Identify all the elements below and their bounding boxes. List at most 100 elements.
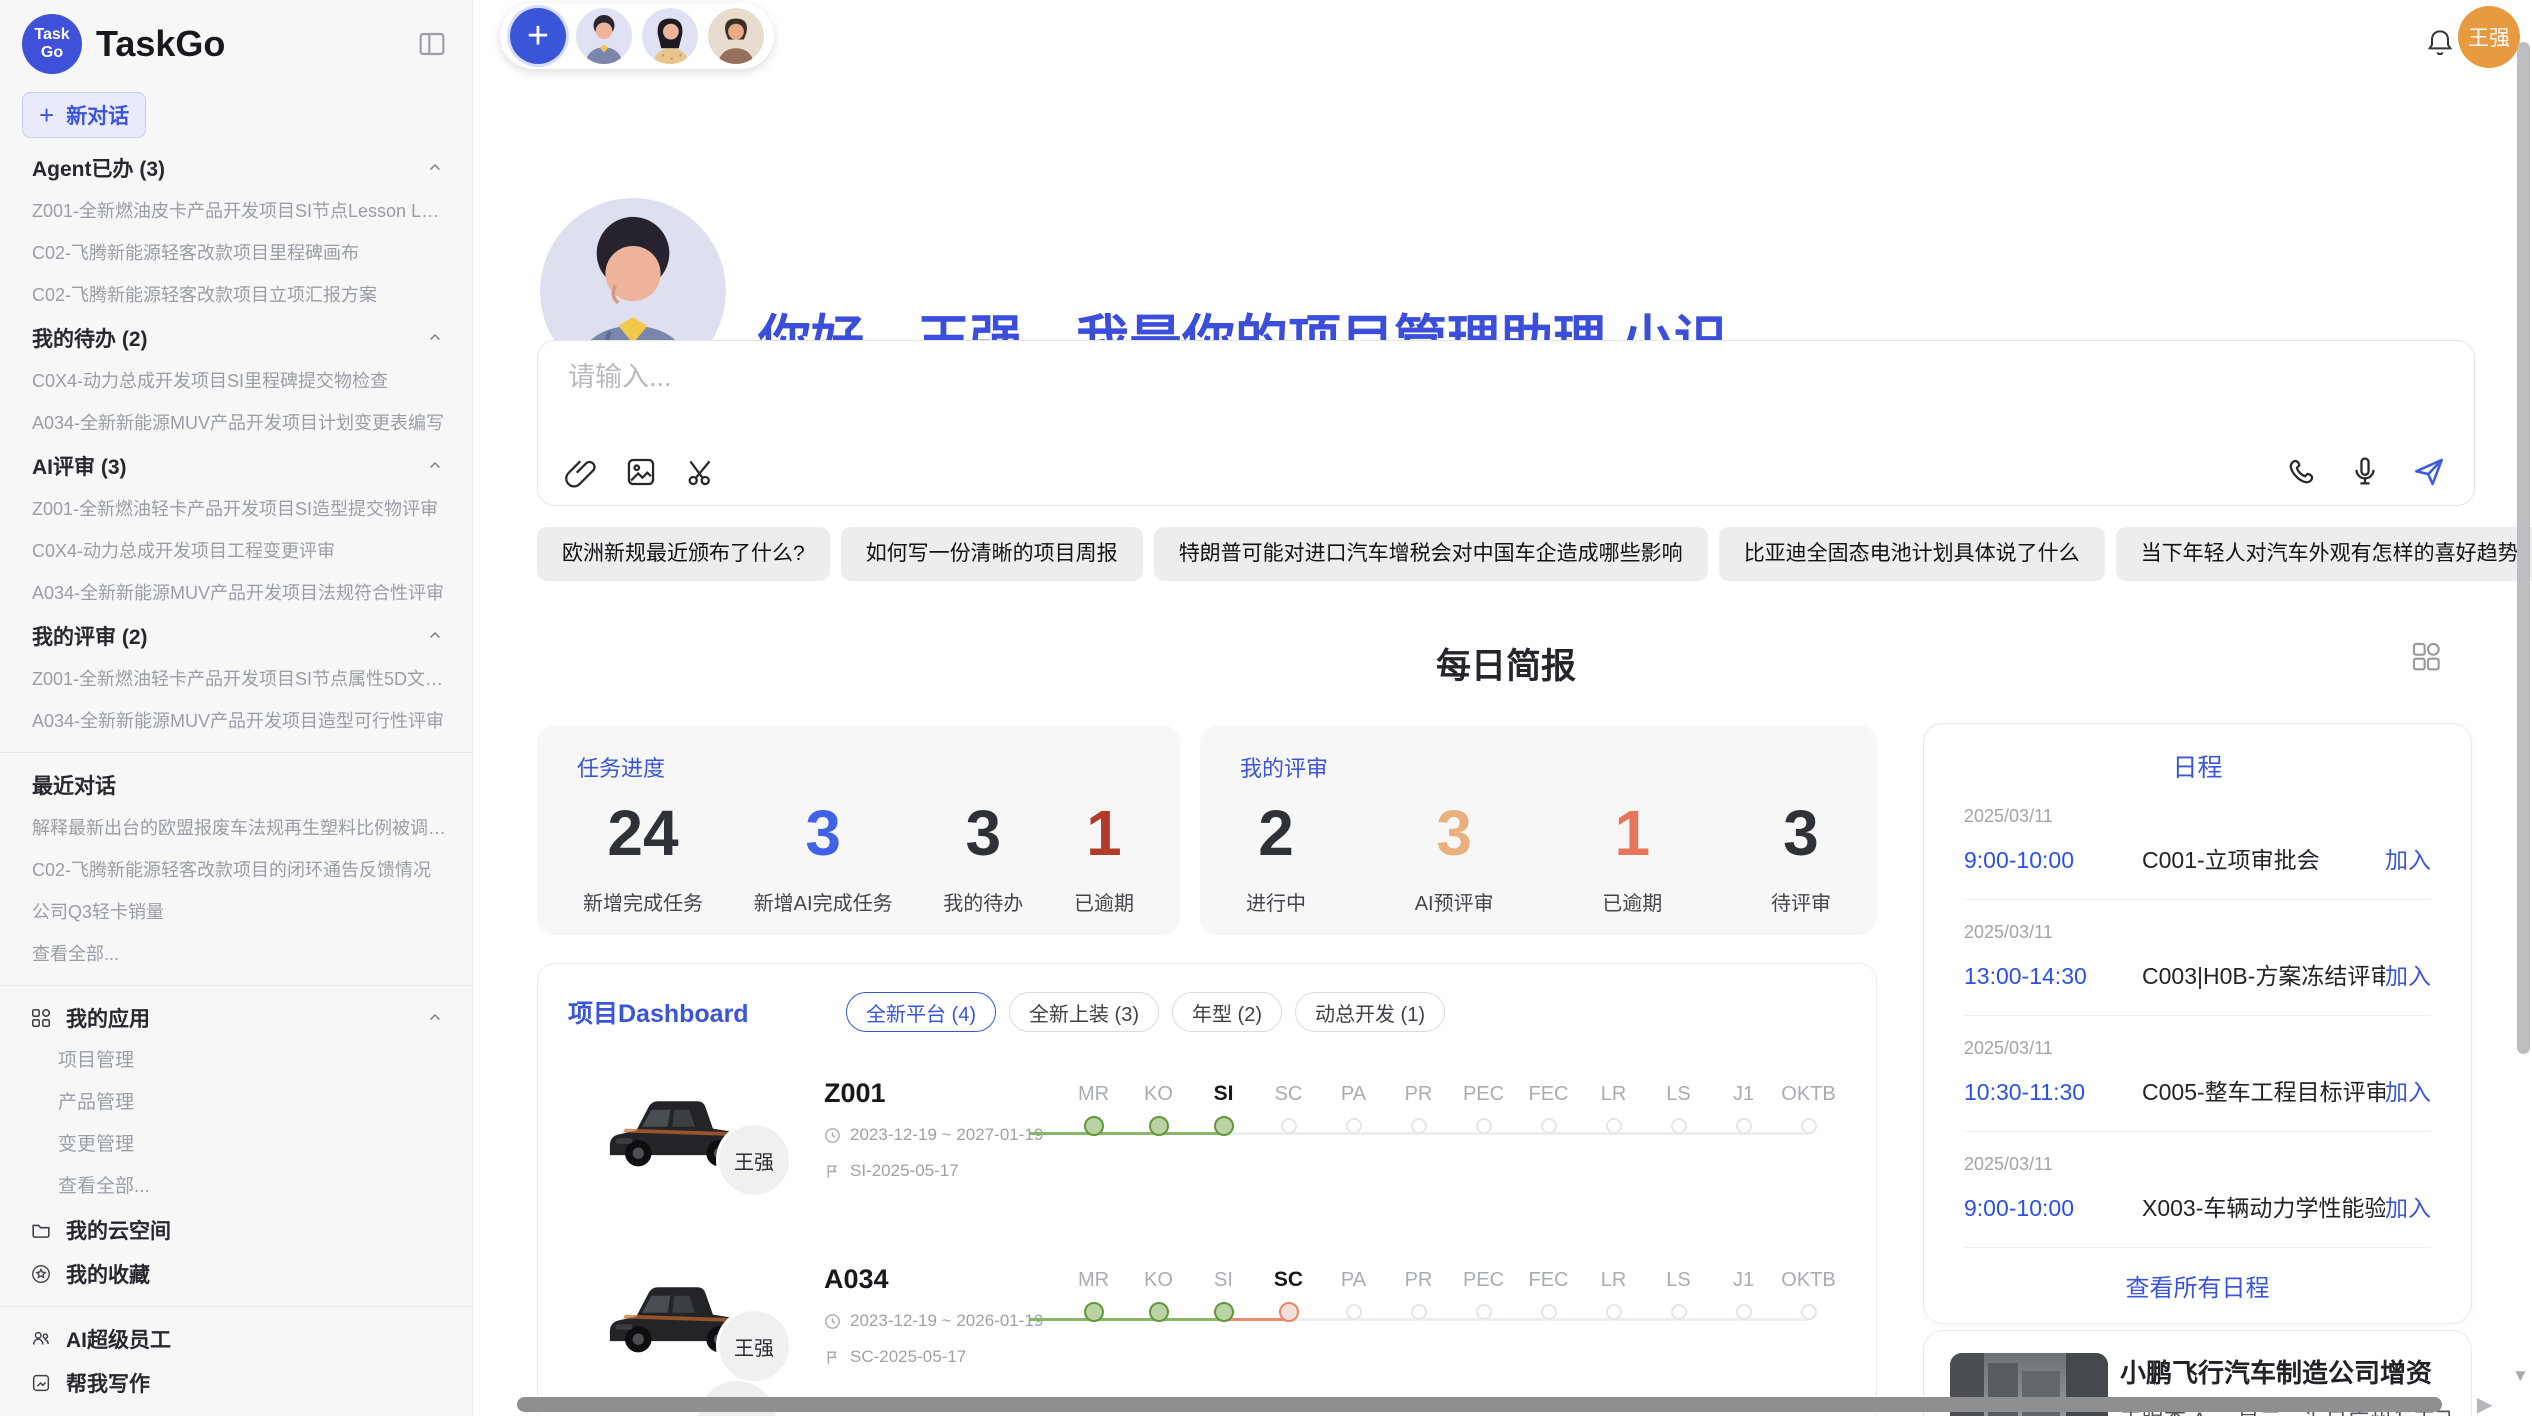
creative-draw-row[interactable]: 创意制图 bbox=[0, 1405, 472, 1416]
send-icon[interactable] bbox=[2412, 455, 2446, 489]
milestone[interactable]: MR bbox=[1061, 1080, 1126, 1136]
sidebar-item[interactable]: Z001-全新燃油皮卡产品开发项目SI节点Lesson Learn报告 bbox=[0, 190, 472, 232]
milestone[interactable]: PR bbox=[1386, 1080, 1451, 1136]
milestone[interactable]: PEC bbox=[1451, 1266, 1516, 1322]
phone-icon[interactable] bbox=[2284, 455, 2318, 489]
recent-chat-item[interactable]: C02-飞腾新能源轻客改款项目的闭环通告反馈情况 bbox=[0, 849, 472, 891]
section-my-review[interactable]: 我的评审 (2) bbox=[0, 614, 472, 658]
dashboard-tab[interactable]: 动总开发 (1) bbox=[1295, 992, 1445, 1032]
milestone-label: PEC bbox=[1463, 1080, 1504, 1108]
new-chat-button[interactable]: + 新对话 bbox=[22, 92, 146, 138]
milestone[interactable]: LS bbox=[1646, 1080, 1711, 1136]
recent-chat-item[interactable]: 公司Q3轻卡销量 bbox=[0, 891, 472, 933]
join-link[interactable]: 加入 bbox=[2385, 1073, 2431, 1107]
member-avatar[interactable] bbox=[642, 8, 698, 64]
horizontal-scrollbar[interactable] bbox=[517, 1397, 2442, 1412]
sidebar-item[interactable]: C02-飞腾新能源轻客改款项目里程碑画布 bbox=[0, 232, 472, 274]
app-item[interactable]: 变更管理 bbox=[0, 1124, 472, 1166]
sidebar-item[interactable]: A034-全新新能源MUV产品开发项目造型可行性评审 bbox=[0, 700, 472, 742]
milestone[interactable]: OKTB bbox=[1776, 1266, 1841, 1322]
milestone-dot bbox=[1476, 1304, 1492, 1320]
suggestion-chip[interactable]: 欧洲新规最近颁布了什么? bbox=[537, 527, 830, 581]
milestone[interactable]: FEC bbox=[1516, 1266, 1581, 1322]
milestone[interactable]: SI bbox=[1191, 1266, 1256, 1322]
notification-bell-icon[interactable] bbox=[2424, 26, 2456, 58]
app-item[interactable]: 产品管理 bbox=[0, 1082, 472, 1124]
ai-super-staff-row[interactable]: AI超级员工 bbox=[0, 1317, 472, 1361]
milestone-dot bbox=[1671, 1304, 1687, 1320]
vertical-scrollbar[interactable] bbox=[2517, 42, 2530, 1054]
flag-icon bbox=[824, 1349, 841, 1366]
sidebar-item[interactable]: Z001-全新燃油轻卡产品开发项目SI造型提交物评审 bbox=[0, 488, 472, 530]
milestone[interactable]: MR bbox=[1061, 1266, 1126, 1322]
milestone[interactable]: SC bbox=[1256, 1266, 1321, 1322]
view-all-schedule-link[interactable]: 查看所有日程 bbox=[1964, 1268, 2431, 1303]
join-link[interactable]: 加入 bbox=[2385, 841, 2431, 875]
my-apps-row[interactable]: 我的应用 bbox=[0, 996, 472, 1040]
dashboard-tab[interactable]: 全新平台 (4) bbox=[846, 992, 996, 1032]
add-agent-button[interactable]: + bbox=[510, 8, 566, 64]
sidebar-item[interactable]: C02-飞腾新能源轻客改款项目立项汇报方案 bbox=[0, 274, 472, 316]
milestone[interactable]: LR bbox=[1581, 1266, 1646, 1322]
join-link[interactable]: 加入 bbox=[2385, 1189, 2431, 1223]
dashboard-tab[interactable]: 年型 (2) bbox=[1172, 992, 1282, 1032]
suggestion-chip[interactable]: 比亚迪全固态电池计划具体说了什么 bbox=[1719, 527, 2105, 581]
scissors-icon[interactable] bbox=[684, 455, 718, 489]
milestone[interactable]: KO bbox=[1126, 1080, 1191, 1136]
milestone[interactable]: FEC bbox=[1516, 1080, 1581, 1136]
milestone[interactable]: J1 bbox=[1711, 1080, 1776, 1136]
layout-grid-icon[interactable] bbox=[2410, 640, 2442, 672]
milestone-label: J1 bbox=[1733, 1080, 1754, 1108]
milestone[interactable]: LS bbox=[1646, 1266, 1711, 1322]
milestone-chain: MR KO SI bbox=[1061, 1080, 1841, 1136]
stat-value: 3 bbox=[965, 797, 1001, 869]
recent-chat-item[interactable]: 查看全部... bbox=[0, 933, 472, 975]
dashboard-tab[interactable]: 全新上装 (3) bbox=[1009, 992, 1159, 1032]
app-item[interactable]: 项目管理 bbox=[0, 1040, 472, 1082]
milestone[interactable]: SI bbox=[1191, 1080, 1256, 1136]
milestone[interactable]: PR bbox=[1386, 1266, 1451, 1322]
sidebar-item[interactable]: Z001-全新燃油轻卡产品开发项目SI节点属性5D文件评审 bbox=[0, 658, 472, 700]
schedule-event: 2025/03/11 13:00-14:30 C003|H0B-方案冻结评审 加… bbox=[1964, 900, 2431, 1016]
help-write-row[interactable]: 帮我写作 bbox=[0, 1361, 472, 1405]
project-row[interactable]: 王强 Z001 2023-12-19 ~ 2027-01-19 SI-2025-… bbox=[568, 1070, 1846, 1256]
milestone-segment bbox=[1094, 1318, 1158, 1321]
my-cloud-row[interactable]: 我的云空间 bbox=[0, 1208, 472, 1252]
section-ai-review[interactable]: AI评审 (3) bbox=[0, 444, 472, 488]
microphone-icon[interactable] bbox=[2348, 455, 2382, 489]
member-avatar[interactable] bbox=[576, 8, 632, 64]
milestone-segment bbox=[1419, 1132, 1483, 1135]
user-avatar[interactable]: 王强 bbox=[2458, 6, 2520, 68]
milestone[interactable]: PA bbox=[1321, 1080, 1386, 1136]
section-agent-done[interactable]: Agent已办 (3) bbox=[0, 146, 472, 190]
attachment-icon[interactable] bbox=[564, 455, 598, 489]
section-my-todo[interactable]: 我的待办 (2) bbox=[0, 316, 472, 360]
app-item[interactable]: 查看全部... bbox=[0, 1166, 472, 1208]
milestone[interactable]: LR bbox=[1581, 1080, 1646, 1136]
project-flag: SI-2025-05-17 bbox=[824, 1161, 1043, 1181]
sidebar-item[interactable]: A034-全新新能源MUV产品开发项目计划变更表编写 bbox=[0, 402, 472, 444]
collapse-sidebar-icon[interactable] bbox=[416, 28, 448, 60]
join-link[interactable]: 加入 bbox=[2385, 957, 2431, 991]
milestone[interactable]: SC bbox=[1256, 1080, 1321, 1136]
scroll-right-arrow[interactable]: ▶ bbox=[2477, 1392, 2492, 1416]
sidebar-item[interactable]: C0X4-动力总成开发项目SI里程碑提交物检查 bbox=[0, 360, 472, 402]
scroll-down-arrow[interactable]: ▼ bbox=[2512, 1366, 2529, 1386]
chat-input[interactable] bbox=[566, 361, 2270, 394]
milestone[interactable]: KO bbox=[1126, 1266, 1191, 1322]
milestone[interactable]: PEC bbox=[1451, 1080, 1516, 1136]
milestone[interactable]: PA bbox=[1321, 1266, 1386, 1322]
suggestion-chip[interactable]: 特朗普可能对进口汽车增税会对中国车企造成哪些影响 bbox=[1154, 527, 1708, 581]
milestone[interactable]: OKTB bbox=[1776, 1080, 1841, 1136]
project-info: A034 2023-12-19 ~ 2026-01-19 SC-2025-05-… bbox=[824, 1264, 1043, 1367]
recent-chat-item[interactable]: 解释最新出台的欧盟报废车法规再生塑料比例被调至15%... bbox=[0, 807, 472, 849]
suggestion-chip[interactable]: 如何写一份清晰的项目周报 bbox=[841, 527, 1143, 581]
sidebar-item[interactable]: A034-全新新能源MUV产品开发项目法规符合性评审 bbox=[0, 572, 472, 614]
image-icon[interactable] bbox=[624, 455, 658, 489]
member-avatar[interactable] bbox=[708, 8, 764, 64]
sidebar-item[interactable]: C0X4-动力总成开发项目工程变更评审 bbox=[0, 530, 472, 572]
milestone[interactable]: J1 bbox=[1711, 1266, 1776, 1322]
stat-value: 3 bbox=[1783, 797, 1819, 869]
my-favorites-row[interactable]: 我的收藏 bbox=[0, 1252, 472, 1296]
suggestion-chip[interactable]: 当下年轻人对汽车外观有怎样的喜好趋势 bbox=[2116, 527, 2532, 581]
